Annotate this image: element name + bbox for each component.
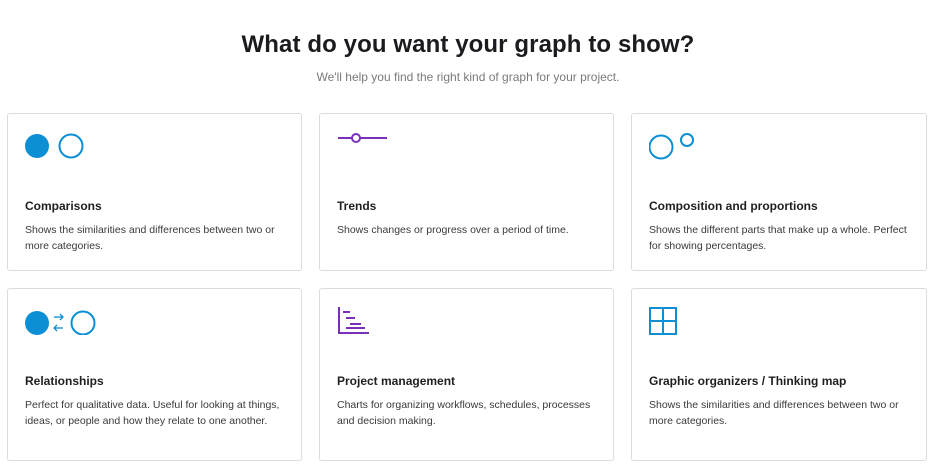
graph-type-grid: Comparisons Shows the similarities and d… <box>7 113 927 461</box>
card-relationships[interactable]: Relationships Perfect for qualitative da… <box>7 288 302 461</box>
card-description: Shows the different parts that make up a… <box>649 224 907 252</box>
page-subtitle: We'll help you find the right kind of gr… <box>316 70 620 84</box>
card-project-management[interactable]: Project management Charts for organizing… <box>319 288 614 461</box>
relationship-arrows-icon <box>25 307 284 336</box>
card-title: Relationships <box>25 374 104 388</box>
card-description: Shows changes or progress over a period … <box>337 224 569 236</box>
page-title: What do you want your graph to show? <box>241 31 695 58</box>
card-description: Perfect for qualitative data. Useful for… <box>25 399 280 427</box>
card-title: Composition and proportions <box>649 199 818 213</box>
card-title: Comparisons <box>25 199 102 213</box>
trend-line-icon <box>337 132 596 160</box>
card-title: Trends <box>337 199 377 213</box>
gantt-chart-icon <box>337 307 596 335</box>
composition-circles-icon <box>648 132 909 160</box>
page-header: What do you want your graph to show? We'… <box>0 0 936 85</box>
card-description: Shows the similarities and differences b… <box>649 399 899 427</box>
card-description: Charts for organizing workflows, schedul… <box>337 399 591 427</box>
card-graphic-organizers[interactable]: Graphic organizers / Thinking map Shows … <box>631 288 927 461</box>
card-title: Graphic organizers / Thinking map <box>649 374 847 388</box>
card-composition[interactable]: Composition and proportions Shows the di… <box>631 113 927 271</box>
grid-organizer-icon <box>649 307 909 335</box>
card-comparisons[interactable]: Comparisons Shows the similarities and d… <box>7 113 302 271</box>
card-trends[interactable]: Trends Shows changes or progress over a … <box>319 113 614 271</box>
card-title: Project management <box>337 374 456 388</box>
comparison-circles-icon <box>25 132 284 160</box>
card-description: Shows the similarities and differences b… <box>25 224 275 252</box>
